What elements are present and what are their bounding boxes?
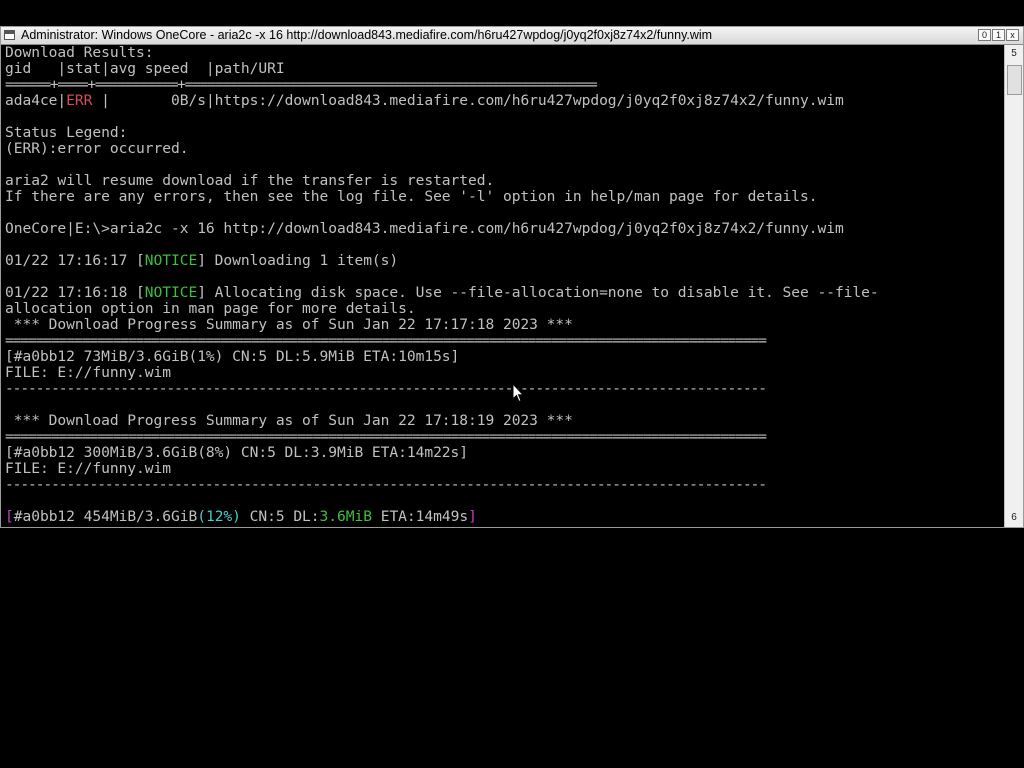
progress-line: [#a0bb12 454MiB/3.6GiB(12%) CN:5 DL:3.6M…	[5, 508, 477, 525]
console-line: 01/22 17:16:17 [NOTICE] Downloading 1 it…	[5, 252, 399, 269]
console-line: ========================================…	[5, 332, 767, 349]
console-line: [#a0bb12 73MiB/3.6GiB(1%) CN:5 DL:5.9MiB…	[5, 348, 460, 365]
command-prompt-line: OneCore|E:\>aria2c -x 16 http://download…	[5, 220, 844, 237]
console-line: allocation option in man page for more d…	[5, 300, 416, 317]
download-speed: 3.6MiB	[319, 508, 372, 525]
console-window[interactable]: Administrator: Windows OneCore - aria2c …	[0, 26, 1024, 528]
console-line: (ERR):error occurred.	[5, 140, 189, 157]
scroll-up-button[interactable]: 5	[1006, 46, 1022, 62]
console-line: 01/22 17:16:18 [NOTICE] Allocating disk …	[5, 284, 879, 301]
console-window-icon[interactable]	[4, 30, 15, 40]
maximize-button[interactable]: 1	[992, 29, 1005, 41]
window-title: Administrator: Windows OneCore - aria2c …	[21, 28, 713, 42]
console-line: ========================================…	[5, 428, 767, 445]
close-button[interactable]: x	[1006, 29, 1019, 41]
console-line: [#a0bb12 300MiB/3.6GiB(8%) CN:5 DL:3.9Mi…	[5, 444, 469, 461]
console-line: ======+====+===========+================…	[5, 76, 598, 93]
console-line: ----------------------------------------…	[5, 380, 767, 397]
title-bar[interactable]: Administrator: Windows OneCore - aria2c …	[1, 27, 1023, 45]
notice-tag: NOTICE	[144, 252, 198, 269]
console-line: FILE: E://funny.wim	[5, 460, 171, 477]
console-line: Status Legend:	[5, 124, 128, 141]
vertical-scrollbar[interactable]: 5 6	[1004, 45, 1023, 527]
scrollbar-thumb[interactable]	[1007, 65, 1022, 95]
console-line: *** Download Progress Summary as of Sun …	[5, 412, 573, 429]
console-line: If there are any errors, then see the lo…	[5, 188, 818, 205]
console-line: gid |stat|avg speed |path/URI	[5, 60, 285, 77]
console-line: aria2 will resume download if the transf…	[5, 172, 495, 189]
minimize-button[interactable]: 0	[978, 29, 991, 41]
scroll-down-button[interactable]: 6	[1006, 510, 1022, 526]
error-status: ERR	[66, 92, 93, 109]
console-line: ada4ce|ERR | 0B/s|https://download843.me…	[5, 92, 844, 109]
notice-tag: NOTICE	[144, 284, 198, 301]
mouse-pointer-icon	[512, 383, 524, 403]
console-line: Download Results:	[5, 45, 154, 61]
console-line: ----------------------------------------…	[5, 476, 767, 493]
progress-percent: (12%)	[197, 508, 241, 525]
console-line: FILE: E://funny.wim	[5, 364, 171, 381]
console-output[interactable]: Download Results: gid |stat|avg speed |p…	[1, 45, 1003, 527]
console-line: *** Download Progress Summary as of Sun …	[5, 316, 573, 333]
